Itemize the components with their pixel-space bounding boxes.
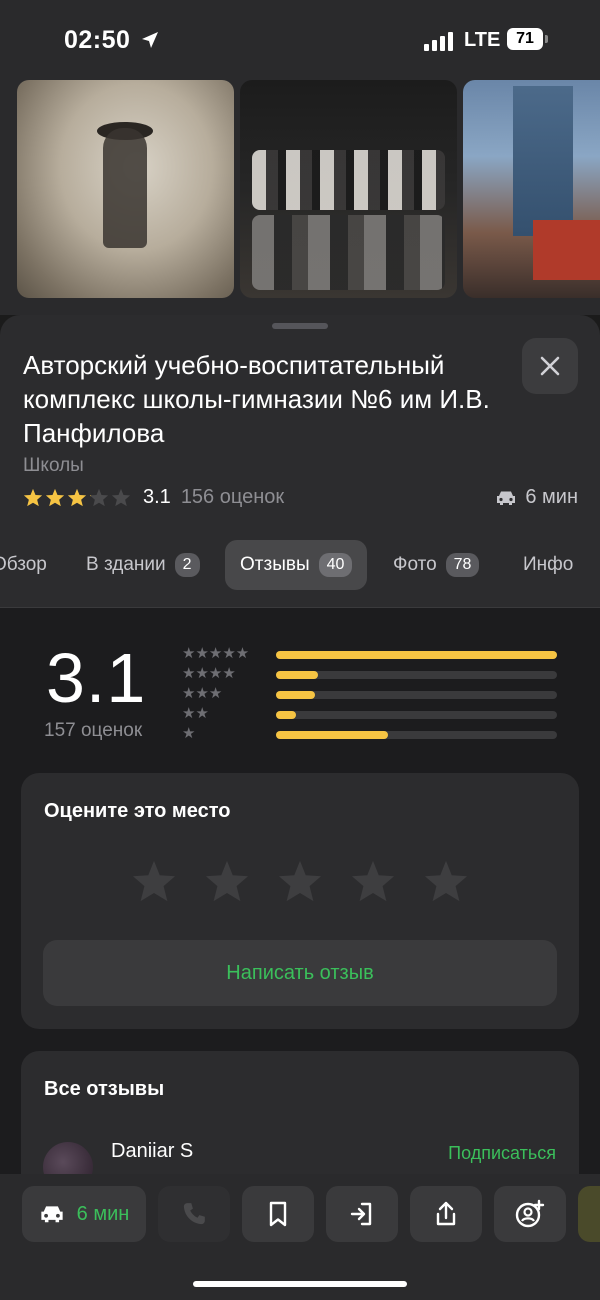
distribution-row: ★ bbox=[182, 724, 562, 744]
distribution-stars: ★ bbox=[182, 725, 196, 742]
close-icon bbox=[540, 356, 560, 376]
photo-painting[interactable] bbox=[17, 80, 234, 298]
rate-star-5-icon[interactable] bbox=[423, 859, 469, 903]
rating-star-icon bbox=[111, 488, 131, 507]
tab-bar: Обзор В здании 2 Отзывы 40 Фото 78 Инфо bbox=[0, 540, 600, 592]
tab-in-building[interactable]: В здании 2 bbox=[86, 540, 200, 590]
rate-star-3-icon[interactable] bbox=[277, 859, 323, 903]
distribution-bar bbox=[276, 671, 319, 679]
follow-button[interactable] bbox=[494, 1186, 566, 1242]
distribution-bar bbox=[276, 711, 296, 719]
share-icon bbox=[436, 1201, 456, 1226]
route-button[interactable]: 6 мин bbox=[22, 1186, 146, 1242]
rate-card-title: Оцените это место bbox=[44, 800, 231, 822]
rating-count: 156 оценок bbox=[180, 486, 285, 508]
battery-tip bbox=[545, 35, 548, 43]
photo-group[interactable] bbox=[240, 80, 457, 298]
tab-info[interactable]: Инфо bbox=[523, 540, 573, 590]
rate-star-1-icon[interactable] bbox=[131, 859, 177, 903]
add-person-icon bbox=[515, 1199, 545, 1228]
rate-place-card: Оцените это место Написать отзыв bbox=[21, 773, 579, 1029]
reviewer-name[interactable]: Daniiar S bbox=[111, 1140, 193, 1163]
distribution-stars: ★★★★★ bbox=[182, 645, 250, 662]
battery-icon: 71 bbox=[507, 28, 543, 50]
rate-star-2-icon[interactable] bbox=[204, 859, 250, 903]
entrance-button[interactable] bbox=[326, 1186, 398, 1242]
route-time-label: 6 мин bbox=[76, 1202, 130, 1225]
tab-label: В здании bbox=[86, 554, 166, 575]
rating-row[interactable]: 3.1 156 оценок bbox=[23, 486, 284, 509]
rating-star-icon bbox=[67, 488, 87, 507]
place-title: Авторский учебно-воспитательный комплекс… bbox=[23, 350, 490, 448]
summary-count: 157 оценок bbox=[44, 720, 143, 741]
place-sheet: Авторский учебно-воспитательный комплекс… bbox=[0, 315, 600, 1300]
distribution-row: ★★★★ bbox=[182, 664, 562, 684]
distribution-stars: ★★★ bbox=[182, 685, 223, 702]
write-review-button[interactable]: Написать отзыв bbox=[43, 940, 557, 1006]
home-indicator bbox=[193, 1281, 407, 1287]
tab-label: Отзывы bbox=[240, 554, 310, 575]
distribution-row: ★★★★★ bbox=[182, 644, 562, 664]
drive-time[interactable]: 6 мин bbox=[495, 486, 578, 509]
status-time: 02:50 bbox=[64, 26, 131, 54]
tab-overview[interactable]: Обзор bbox=[0, 540, 47, 590]
distribution-bar bbox=[276, 731, 389, 739]
distribution-bar bbox=[276, 651, 557, 659]
network-type: LTE bbox=[464, 29, 501, 51]
tab-reviews[interactable]: Отзывы 40 bbox=[225, 540, 368, 590]
status-bar: 02:50 LTE 71 bbox=[0, 0, 600, 80]
place-category: Школы bbox=[23, 455, 84, 476]
distribution-row: ★★★ bbox=[182, 684, 562, 704]
reviews-card-title: Все отзывы bbox=[44, 1078, 165, 1100]
rating-value: 3.1 bbox=[143, 486, 171, 508]
tab-label: Обзор bbox=[0, 554, 47, 575]
more-button[interactable] bbox=[578, 1186, 600, 1242]
distribution-stars: ★★★★ bbox=[182, 665, 236, 682]
rate-star-4-icon[interactable] bbox=[350, 859, 396, 903]
car-icon bbox=[41, 1206, 63, 1223]
tab-badge: 78 bbox=[445, 553, 480, 577]
tab-photos[interactable]: Фото 78 bbox=[393, 540, 480, 590]
signal-icon bbox=[424, 32, 453, 51]
distribution-bar bbox=[276, 691, 316, 699]
call-button[interactable] bbox=[158, 1186, 230, 1242]
location-arrow-icon bbox=[142, 32, 158, 48]
tab-badge: 2 bbox=[174, 553, 200, 577]
tab-label: Фото bbox=[393, 554, 437, 575]
rating-star-icon bbox=[89, 488, 109, 507]
bookmark-icon bbox=[269, 1201, 287, 1227]
summary-rating: 3.1 bbox=[46, 639, 147, 717]
phone-icon bbox=[183, 1203, 205, 1225]
action-bar: 6 мин bbox=[0, 1174, 600, 1300]
close-button[interactable] bbox=[522, 338, 578, 394]
rate-stars bbox=[131, 859, 469, 903]
enter-icon bbox=[350, 1202, 372, 1226]
photo-gallery[interactable] bbox=[0, 80, 600, 315]
tab-label: Инфо bbox=[523, 554, 574, 575]
rating-star-icon bbox=[45, 488, 65, 507]
tab-badge: 40 bbox=[318, 553, 353, 577]
sheet-grabber[interactable] bbox=[272, 323, 328, 329]
rating-distribution: ★★★★★ ★★★★ ★★★ ★★ ★ bbox=[182, 644, 562, 744]
bookmark-button[interactable] bbox=[242, 1186, 314, 1242]
distribution-stars: ★★ bbox=[182, 705, 209, 722]
photo-building[interactable] bbox=[463, 80, 600, 298]
distribution-row: ★★ bbox=[182, 704, 562, 724]
drive-time-label: 6 мин bbox=[525, 486, 578, 508]
rating-stars bbox=[23, 488, 131, 507]
car-icon bbox=[497, 491, 516, 505]
subscribe-button[interactable]: Подписаться bbox=[448, 1143, 556, 1164]
rating-star-icon bbox=[23, 488, 43, 507]
share-button[interactable] bbox=[410, 1186, 482, 1242]
